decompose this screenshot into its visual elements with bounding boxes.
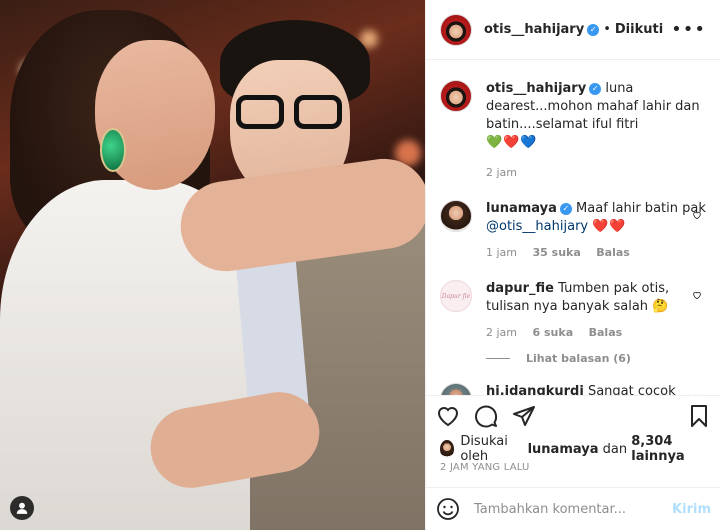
verified-badge-icon: ✓ xyxy=(587,23,600,36)
like-heart-icon[interactable] xyxy=(436,404,460,428)
list-item: hj.idangkurdi Sangat cocok luna sama pa … xyxy=(440,383,706,395)
caption-time: 2 jam xyxy=(486,166,518,179)
comment-input[interactable] xyxy=(472,500,673,518)
likes-count[interactable]: 8,304 lainnya xyxy=(631,434,710,464)
comment-mention[interactable]: @otis__hahijary xyxy=(486,219,588,234)
list-item: lunamaya ✓ Maaf lahir batin pak @otis__ha… xyxy=(440,200,706,262)
list-item: Dapur fie dapur_fie Tumben pak otis, tul… xyxy=(440,280,706,342)
likes-summary: Disukai oleh lunamaya dan 8,304 lainnya xyxy=(440,434,710,464)
author-username[interactable]: otis__hahijary xyxy=(484,22,584,37)
replies-divider xyxy=(486,358,510,359)
reply-button[interactable]: Balas xyxy=(596,246,630,259)
post-photo[interactable] xyxy=(0,0,425,530)
liker-username[interactable]: lunamaya xyxy=(528,442,599,457)
view-replies-label: Lihat balasan (6) xyxy=(526,352,631,365)
comment-time: 1 jam xyxy=(486,246,518,259)
comment-bubble-icon[interactable] xyxy=(474,404,498,428)
post-comment-button[interactable]: Kirim xyxy=(672,502,711,517)
commenter-username[interactable]: hj.idangkurdi xyxy=(486,384,584,395)
view-replies-button[interactable]: Lihat balasan (6) xyxy=(486,352,706,365)
separator-dot: • xyxy=(603,22,611,37)
author-avatar[interactable] xyxy=(440,13,472,46)
commenter-username[interactable]: lunamaya xyxy=(486,201,557,216)
comments-list[interactable]: otis__hahijary ✓ luna dearest...mohon mah… xyxy=(426,60,720,395)
commenter-avatar[interactable] xyxy=(440,383,472,395)
caption-username[interactable]: otis__hahijary xyxy=(486,81,586,96)
follow-status-button[interactable]: Diikuti xyxy=(615,22,663,37)
comment-likes[interactable]: 35 suka xyxy=(533,246,581,259)
liker-avatar[interactable] xyxy=(440,440,455,458)
tagged-user-icon[interactable] xyxy=(10,496,34,520)
comment-emoji: ❤️❤️ xyxy=(592,219,627,234)
commenter-username[interactable]: dapur_fie xyxy=(486,281,554,296)
verified-badge-icon: ✓ xyxy=(589,82,602,95)
commenter-avatar[interactable] xyxy=(440,200,472,232)
caption: otis__hahijary ✓ luna dearest...mohon mah… xyxy=(440,60,706,182)
caption-emoji: 💚❤️💙 xyxy=(486,135,538,150)
like-comment-heart-icon[interactable] xyxy=(692,210,702,220)
emoji-smiley-icon[interactable] xyxy=(436,497,460,521)
comment-text: Maaf lahir batin pak xyxy=(576,201,706,216)
verified-badge-icon: ✓ xyxy=(559,202,572,215)
post-header: otis__hahijary ✓ • Diikuti ••• xyxy=(426,0,720,60)
post-timestamp[interactable]: 2 JAM YANG LALU xyxy=(440,462,530,473)
commenter-avatar[interactable]: Dapur fie xyxy=(440,280,472,312)
likes-prefix: Disukai oleh xyxy=(460,434,508,464)
reply-button[interactable]: Balas xyxy=(589,326,623,339)
emerald-earring xyxy=(100,128,126,172)
save-bookmark-icon[interactable] xyxy=(687,404,711,428)
post-actions xyxy=(426,395,720,435)
comment-likes[interactable]: 6 suka xyxy=(533,326,574,339)
comment-time: 2 jam xyxy=(486,326,518,339)
author-avatar[interactable] xyxy=(440,80,472,112)
likes-middle: dan xyxy=(602,441,628,457)
post-side-panel: otis__hahijary ✓ • Diikuti ••• otis__hah… xyxy=(425,0,720,530)
like-comment-heart-icon[interactable] xyxy=(692,290,702,300)
eyeglasses xyxy=(232,95,347,130)
more-options-icon[interactable]: ••• xyxy=(671,19,706,40)
avatar-logo-text: Dapur fie xyxy=(441,292,471,300)
comment-emoji: 🤔 xyxy=(652,299,669,314)
share-paper-plane-icon[interactable] xyxy=(512,404,536,428)
add-comment-bar: Kirim xyxy=(426,487,720,530)
